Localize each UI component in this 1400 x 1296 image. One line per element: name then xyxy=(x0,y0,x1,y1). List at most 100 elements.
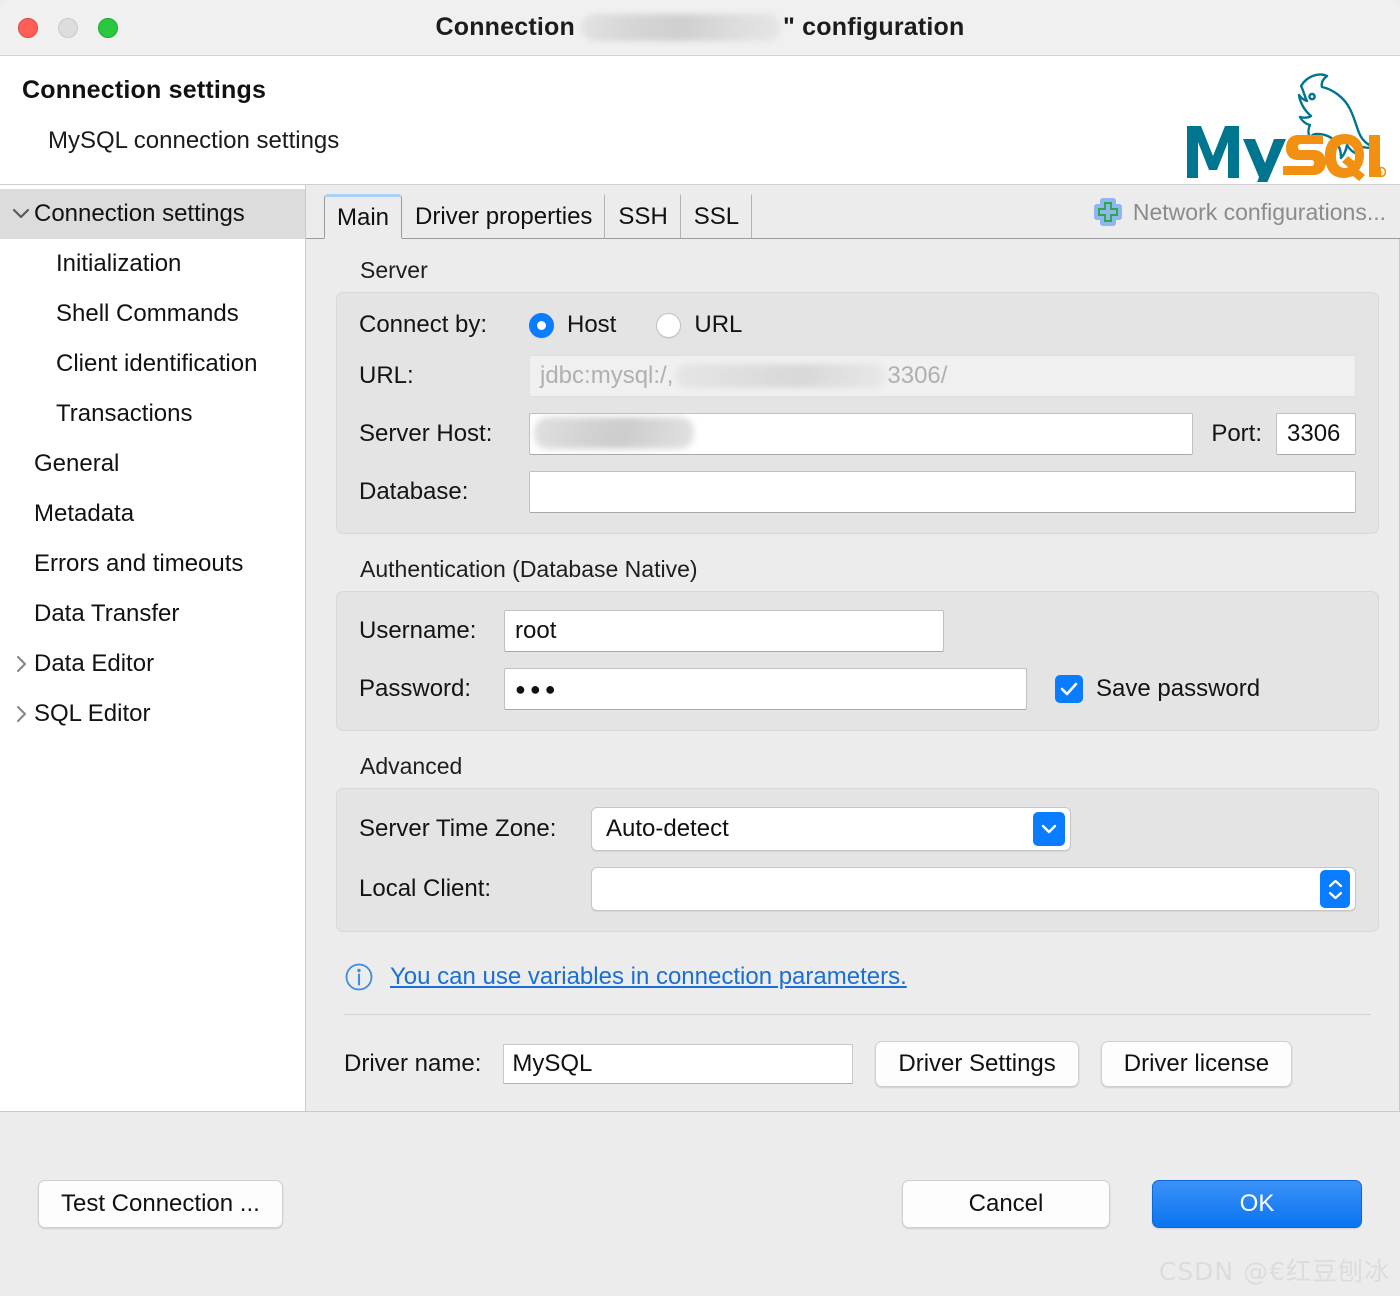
driver-license-button[interactable]: Driver license xyxy=(1100,1041,1293,1087)
server-time-zone-select[interactable]: Auto-detect xyxy=(591,807,1071,851)
plus-icon xyxy=(1093,198,1122,226)
sidebar-item-client-identification[interactable]: Client identification xyxy=(0,339,305,389)
chevron-down-icon[interactable] xyxy=(8,208,34,220)
chevron-right-icon[interactable] xyxy=(8,655,34,673)
redacted-host-value xyxy=(534,417,694,449)
url-input: jdbc:mysql:/, 3306/ xyxy=(529,355,1356,397)
username-value: root xyxy=(515,617,557,644)
server-host-input[interactable] xyxy=(529,413,1194,455)
window-title-prefix: Connection xyxy=(435,13,575,41)
connection-configuration-window: Connection " configuration Connection se… xyxy=(0,0,1400,1296)
checkbox-checked-icon[interactable] xyxy=(1055,675,1083,703)
sidebar-item-general[interactable]: General xyxy=(0,439,305,489)
tab-label: Main xyxy=(337,203,390,231)
sidebar-item-label: SQL Editor xyxy=(34,700,151,727)
database-label: Database: xyxy=(359,478,469,505)
csdn-watermark: CSDN @€红豆刨冰 xyxy=(1158,1257,1390,1286)
minimize-button[interactable] xyxy=(58,18,78,38)
zoom-button[interactable] xyxy=(98,18,118,38)
dialog-body: Connection settings Initialization Shell… xyxy=(0,185,1400,1111)
chevron-right-icon[interactable] xyxy=(8,705,34,723)
page-subtitle: MySQL connection settings xyxy=(48,127,340,154)
info-icon xyxy=(345,963,373,991)
tab-label: SSH xyxy=(618,202,668,230)
advanced-group: Server Time Zone: Auto-detect Local Clie… xyxy=(336,788,1379,932)
driver-settings-button[interactable]: Driver Settings xyxy=(875,1041,1079,1087)
local-client-select[interactable] xyxy=(591,867,1356,911)
network-configurations-label: Network configurations... xyxy=(1132,198,1386,225)
sidebar-item-label: Initialization xyxy=(56,250,182,277)
tab-driver-properties[interactable]: Driver properties xyxy=(402,194,606,239)
server-host-label: Server Host: xyxy=(359,420,493,447)
close-button[interactable] xyxy=(18,18,38,38)
cancel-label: Cancel xyxy=(968,1190,1044,1217)
page-header: Connection settings MySQL connection set… xyxy=(0,56,1400,185)
radio-host[interactable] xyxy=(529,312,554,338)
sidebar-item-data-transfer[interactable]: Data Transfer xyxy=(0,589,305,639)
save-password-label: Save password xyxy=(1096,675,1261,702)
connect-by-host-option[interactable]: Host xyxy=(529,311,616,339)
sidebar-item-errors-and-timeouts[interactable]: Errors and timeouts xyxy=(0,539,305,589)
authentication-group: Username: root Password: ●●● Save passwo… xyxy=(336,591,1379,731)
port-value: 3306 xyxy=(1287,420,1341,447)
url-label: URL: xyxy=(359,362,414,389)
sidebar-item-data-editor[interactable]: Data Editor xyxy=(0,639,305,689)
dialog-footer: Test Connection ... Cancel OK CSDN @€红豆刨… xyxy=(0,1111,1400,1296)
sidebar-item-label: Connection settings xyxy=(34,200,245,227)
database-row: Database: xyxy=(359,471,1356,513)
database-input[interactable] xyxy=(529,471,1356,513)
network-configurations-link[interactable]: Network configurations... xyxy=(1091,195,1386,238)
ok-button[interactable]: OK xyxy=(1152,1180,1362,1228)
driver-row: Driver name: MySQL Driver Settings Drive… xyxy=(344,1041,1379,1087)
sidebar-item-connection-settings[interactable]: Connection settings xyxy=(0,189,305,239)
username-input[interactable]: root xyxy=(504,610,944,652)
sidebar-item-label: Data Editor xyxy=(34,650,155,677)
footer-actions: Cancel OK xyxy=(902,1180,1362,1228)
tab-ssl[interactable]: SSL xyxy=(681,194,753,239)
sidebar-item-shell-commands[interactable]: Shell Commands xyxy=(0,289,305,339)
window-title: Connection " configuration xyxy=(0,13,1400,42)
mysql-logo: R xyxy=(1187,73,1386,182)
settings-content: Main Driver properties SSH SSL Network c… xyxy=(306,185,1400,1111)
variables-info-row: You can use variables in connection para… xyxy=(344,962,1379,992)
authentication-group-title: Authentication (Database Native) xyxy=(360,556,698,582)
test-connection-label: Test Connection ... xyxy=(61,1190,260,1217)
sidebar-item-label: Metadata xyxy=(34,500,135,527)
content-divider xyxy=(344,1014,1371,1015)
redacted-connection-name xyxy=(580,14,781,41)
variables-info-link[interactable]: You can use variables in connection para… xyxy=(390,963,907,991)
tab-label: Driver properties xyxy=(415,202,593,230)
settings-sidebar: Connection settings Initialization Shell… xyxy=(0,185,306,1111)
window-titlebar: Connection " configuration xyxy=(0,0,1400,56)
stepper-updown-icon[interactable] xyxy=(1320,870,1350,908)
traffic-lights xyxy=(18,18,118,38)
local-client-label: Local Client: xyxy=(359,875,492,902)
save-password-checkbox[interactable]: Save password xyxy=(1055,675,1260,703)
username-row: Username: root xyxy=(359,610,1356,652)
server-host-row: Server Host: Port: 3306 xyxy=(359,413,1356,455)
test-connection-button[interactable]: Test Connection ... xyxy=(38,1180,283,1228)
tab-ssh[interactable]: SSH xyxy=(605,194,681,239)
local-client-row: Local Client: xyxy=(359,867,1356,911)
connect-by-url-option[interactable]: URL xyxy=(656,311,742,339)
driver-name-input[interactable]: MySQL xyxy=(503,1044,854,1084)
password-input[interactable]: ●●● xyxy=(504,668,1027,710)
sidebar-item-sql-editor[interactable]: SQL Editor xyxy=(0,689,305,739)
sidebar-item-label: Data Transfer xyxy=(34,600,180,627)
sidebar-item-transactions[interactable]: Transactions xyxy=(0,389,305,439)
sidebar-item-label: Shell Commands xyxy=(56,300,239,327)
cancel-button[interactable]: Cancel xyxy=(902,1180,1110,1228)
sidebar-item-metadata[interactable]: Metadata xyxy=(0,489,305,539)
ok-label: OK xyxy=(1239,1190,1275,1217)
svg-text:R: R xyxy=(1379,170,1384,178)
url-value-prefix: jdbc:mysql:/, xyxy=(540,362,674,389)
server-time-zone-row: Server Time Zone: Auto-detect xyxy=(359,807,1356,851)
tab-bar: Main Driver properties SSH SSL Network c… xyxy=(306,185,1400,239)
sidebar-item-initialization[interactable]: Initialization xyxy=(0,239,305,289)
chevron-down-icon[interactable] xyxy=(1033,812,1065,846)
radio-url[interactable] xyxy=(656,312,682,338)
server-time-zone-value: Auto-detect xyxy=(606,815,729,842)
tab-main[interactable]: Main xyxy=(324,194,403,239)
port-input[interactable]: 3306 xyxy=(1276,413,1356,455)
window-title-suffix: " configuration xyxy=(782,13,965,41)
